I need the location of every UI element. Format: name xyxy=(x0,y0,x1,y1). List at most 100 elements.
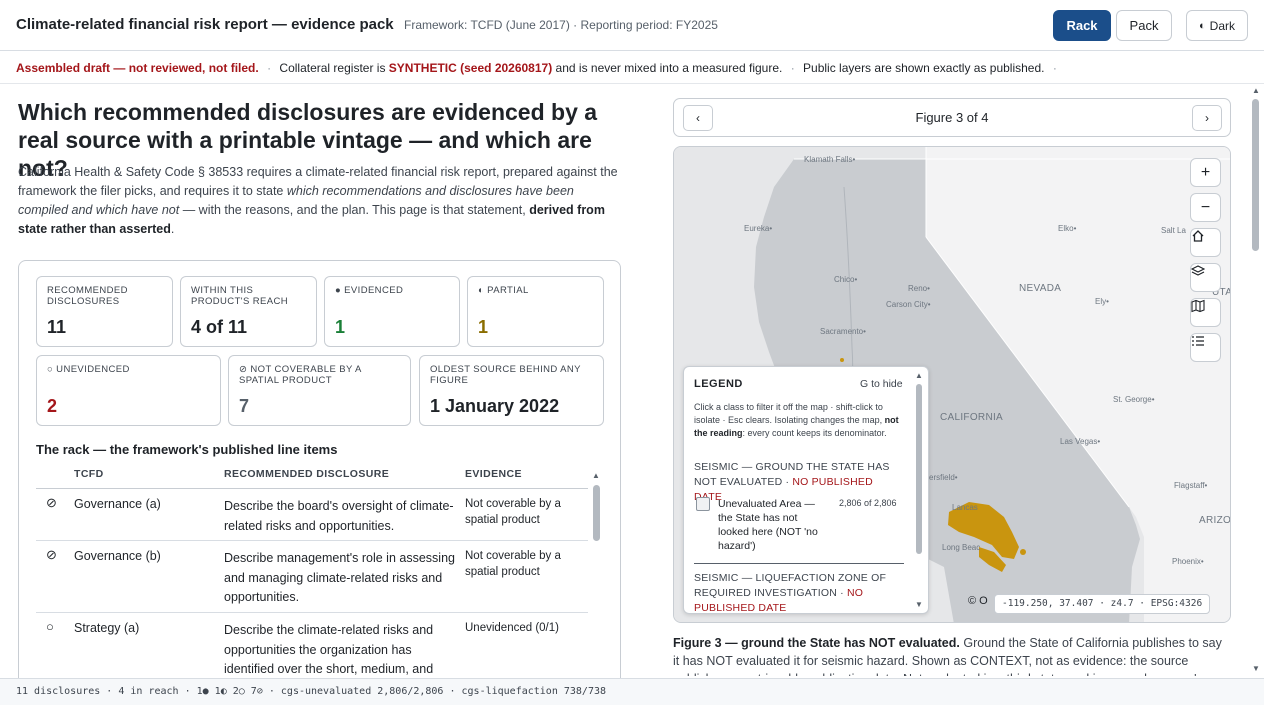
unevaluated-area xyxy=(1020,549,1026,555)
stat-value: 2 xyxy=(47,396,58,416)
stat-label: ● Evidenced xyxy=(335,285,404,296)
home-button[interactable] xyxy=(1190,228,1221,257)
zoom-out-button[interactable]: − xyxy=(1190,193,1221,222)
place-label: St. George• xyxy=(1113,395,1155,404)
caption-strong: ground the State has NOT evaluated. xyxy=(741,636,960,650)
not-coverable-icon: ⊘ xyxy=(46,547,57,562)
scrollbar-thumb[interactable] xyxy=(593,485,600,541)
column-header-evidence[interactable]: Evidence xyxy=(465,468,522,480)
place-label: Flagstaff• xyxy=(1174,481,1208,490)
place-label: Reno• xyxy=(908,284,930,293)
stat-value: 7 xyxy=(239,396,250,416)
scroll-down-arrow-icon[interactable]: ▼ xyxy=(915,600,923,609)
contrast-icon: ◐ xyxy=(1199,19,1206,32)
map-view[interactable]: Klamath Falls• Eureka• Elko• Salt La Chi… xyxy=(673,146,1231,623)
coordinate-readout: -119.250, 37.407 · z4.7 · EPSG:4326 xyxy=(994,594,1211,614)
figure-navigator: ‹ Figure 3 of 4 › xyxy=(673,98,1231,137)
map-icon xyxy=(1191,299,1205,313)
stat-value: 1 January 2022 xyxy=(430,396,560,416)
dark-mode-label: Dark xyxy=(1209,18,1235,33)
scroll-down-arrow-icon[interactable]: ▼ xyxy=(1252,664,1260,673)
state-label: ARIZO xyxy=(1199,515,1231,526)
column-header-tcfd[interactable]: TCFD xyxy=(74,468,104,480)
stat-label: ◐ Partial xyxy=(478,285,529,296)
scroll-up-arrow-icon[interactable]: ▲ xyxy=(915,371,923,380)
figure-caption: Figure 3 — ground the State has NOT eval… xyxy=(673,634,1229,676)
stat-label: Within this product's reach xyxy=(191,285,289,307)
state-label: NEVADA xyxy=(1019,283,1062,294)
stat-value: 11 xyxy=(47,317,67,337)
legend-help: Click a class to filter it off the map ·… xyxy=(694,401,909,440)
place-label: Elko• xyxy=(1058,224,1077,233)
legend-help-1: Click a class to filter it off the map ·… xyxy=(694,402,883,425)
state-label: CALIFORNIA xyxy=(940,412,1004,423)
legend-title: LEGEND xyxy=(694,378,743,390)
stat-partial: ◐ Partial 1 xyxy=(467,276,604,347)
disclosure-cell: Describe the board's oversight of climat… xyxy=(224,499,454,533)
legend-scrollbar[interactable]: ▲ ▼ xyxy=(915,371,923,611)
legend-item-label: Unevaluated Area — the State has not loo… xyxy=(718,498,818,552)
framework-meta: Framework: TCFD (June 2017) · Reporting … xyxy=(404,18,718,32)
column-header-disclosure[interactable]: Recommended disclosure xyxy=(224,468,389,480)
separator: · xyxy=(790,61,795,75)
draft-status: Assembled draft — not reviewed, not file… xyxy=(16,61,259,75)
place-label: Salt La xyxy=(1161,226,1186,235)
figure-counter: Figure 3 of 4 xyxy=(915,110,989,125)
place-label: ersfield• xyxy=(929,473,958,482)
unevidenced-icon: ○ xyxy=(46,619,54,634)
intro-text-2: — with the reasons, and the plan. This p… xyxy=(182,203,526,217)
stat-label: ⊘ Not coverable by a spatial product xyxy=(239,364,362,386)
scrollbar-thumb[interactable] xyxy=(916,384,922,554)
app-header: Climate-related financial risk report — … xyxy=(0,0,1264,51)
place-label: Carson City• xyxy=(886,300,931,309)
unevaluated-area xyxy=(840,358,844,362)
caption-label: Figure 3 — xyxy=(673,636,738,650)
evidence-cell: Not coverable by a spatial product xyxy=(465,550,561,578)
draft-notice: Assembled draft — not reviewed, not file… xyxy=(0,52,1264,84)
list-icon xyxy=(1192,336,1204,346)
legend-item-count: 2,806 of 2,806 xyxy=(839,498,897,508)
intro-paragraph: California Health & Safety Code § 38533 … xyxy=(18,163,622,239)
place-label: Chico• xyxy=(834,275,858,284)
home-icon xyxy=(1192,230,1204,242)
next-figure-button[interactable]: › xyxy=(1192,105,1222,131)
rack-button[interactable]: Rack xyxy=(1053,10,1111,41)
legend-toggle-button[interactable] xyxy=(1190,333,1221,362)
legend-hide-hint[interactable]: G to hide xyxy=(860,378,903,390)
place-label: Sacramento• xyxy=(820,327,866,336)
table-scrollbar[interactable]: ▲ xyxy=(592,471,600,699)
dark-mode-button[interactable]: ◐ Dark xyxy=(1186,10,1248,41)
legend-swatch-checkbox[interactable] xyxy=(696,497,710,511)
scroll-up-arrow-icon[interactable]: ▲ xyxy=(1252,86,1260,95)
page-scrollbar[interactable]: ▲ ▼ xyxy=(1251,86,1261,678)
basemap-button[interactable] xyxy=(1190,298,1221,327)
legend-help-2: : every count keeps its denominator. xyxy=(742,428,887,438)
table-row[interactable]: ⊘ Governance (b) Describe management's r… xyxy=(36,541,588,613)
stat-label: Recommended disclosures xyxy=(47,285,128,307)
legend-group-liquefaction: SEISMIC — LIQUEFACTION ZONE OF REQUIRED … xyxy=(694,571,904,613)
stat-oldest-source: Oldest source behind any figure 1 Januar… xyxy=(419,355,604,426)
table-row[interactable]: ⊘ Governance (a) Describe the board's ov… xyxy=(36,489,588,541)
tcfd-cell: Governance (b) xyxy=(74,549,161,563)
zoom-in-button[interactable]: + xyxy=(1190,158,1221,187)
stat-within-reach: Within this product's reach 4 of 11 xyxy=(180,276,317,347)
layers-text: Public layers are shown exactly as publi… xyxy=(803,61,1045,75)
synthetic-badge: SYNTHETIC (seed 20260817) xyxy=(388,61,553,75)
layers-icon xyxy=(1191,265,1205,276)
place-label: Las Vegas• xyxy=(1060,437,1101,446)
scroll-up-arrow-icon[interactable]: ▲ xyxy=(592,471,600,480)
stat-evidenced: ● Evidenced 1 xyxy=(324,276,460,347)
evidence-cell: Not coverable by a spatial product xyxy=(465,498,561,526)
layers-button[interactable] xyxy=(1190,263,1221,292)
map-attribution[interactable]: © O xyxy=(964,592,992,612)
stat-value: 1 xyxy=(335,317,346,337)
place-label: Klamath Falls• xyxy=(804,155,856,164)
intro-end: . xyxy=(170,222,175,236)
pack-button[interactable]: Pack xyxy=(1116,10,1172,41)
scrollbar-thumb[interactable] xyxy=(1252,99,1259,251)
collateral-text-post: and is never mixed into a measured figur… xyxy=(555,61,783,75)
place-label: Phoenix• xyxy=(1172,557,1204,566)
tcfd-cell: Governance (a) xyxy=(74,497,161,511)
place-label: Lancas xyxy=(952,503,978,512)
not-coverable-icon: ⊘ xyxy=(46,495,57,510)
